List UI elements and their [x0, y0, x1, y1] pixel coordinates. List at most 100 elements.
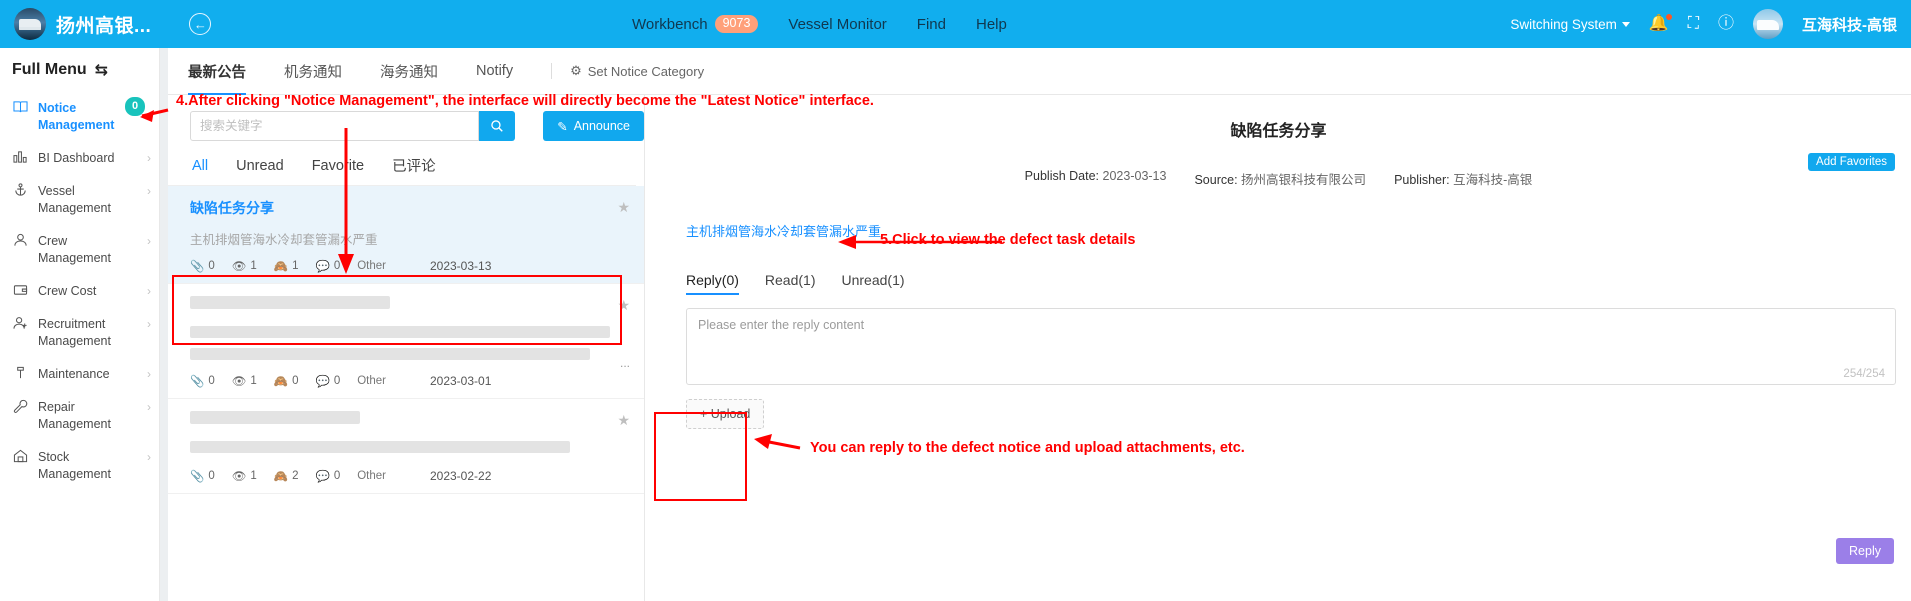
back-arrow-icon[interactable]: ← — [189, 13, 212, 35]
tab-notify[interactable]: Notify — [476, 48, 513, 95]
user-name: 互海科技-高银 — [1802, 16, 1897, 34]
content-scrollbar[interactable] — [160, 48, 168, 601]
chevron-right-icon: › — [147, 317, 151, 331]
redaction-bar — [190, 411, 360, 424]
sidebar-item-bi-dashboard[interactable]: BI Dashboard › — [0, 142, 159, 175]
eye-slash-icon: 🙈 — [273, 471, 289, 483]
notification-dot — [1665, 14, 1672, 20]
filter-commented[interactable]: 已评论 — [392, 155, 436, 176]
warehouse-icon — [12, 449, 29, 463]
chevron-down-icon — [1621, 21, 1630, 27]
sidebar: Full Menu ⇆ Notice Management 0 BI Dashb… — [0, 48, 160, 601]
chevron-right-icon: › — [147, 151, 151, 165]
add-favorites-button[interactable]: Add Favorites — [1808, 153, 1895, 171]
character-counter: 254/254 — [1843, 368, 1885, 380]
sidebar-item-crew-cost[interactable]: Crew Cost › — [0, 275, 159, 308]
unread-count: 2 — [292, 470, 299, 482]
chevron-right-icon: › — [147, 234, 151, 248]
tab-latest-notice[interactable]: 最新公告 — [188, 48, 246, 95]
unread-meta: 🙈 1 — [274, 259, 299, 273]
source-value: 扬州高银科技有限公司 — [1241, 173, 1367, 187]
nav-label: Workbench — [632, 15, 708, 33]
tab-reply[interactable]: Reply(0) — [686, 272, 739, 295]
attachment-meta: 📎 0 — [190, 259, 215, 273]
bell-icon[interactable]: 🔔 — [1649, 14, 1672, 32]
publisher-field: Publisher: 互海科技-高银 — [1394, 169, 1532, 188]
switching-system-button[interactable]: Switching System — [1510, 17, 1630, 32]
sidebar-item-maintenance[interactable]: Maintenance › — [0, 358, 159, 391]
notice-category: Other — [357, 375, 386, 387]
announce-label: Announce — [573, 119, 630, 133]
source-field: Source: 扬州高银科技有限公司 — [1194, 169, 1366, 188]
tab-divider — [551, 63, 553, 79]
filter-favorite[interactable]: Favorite — [312, 158, 364, 174]
notice-subtitle: 主机排烟管海水冷却套管漏水严重 — [190, 233, 378, 247]
attachment-count: 0 — [208, 260, 215, 272]
nav-item-find[interactable]: Find — [917, 16, 946, 33]
reply-button[interactable]: Reply — [1836, 538, 1894, 564]
chevron-right-icon: › — [147, 284, 151, 298]
tab-marine-notice[interactable]: 海务通知 — [380, 48, 438, 95]
redaction-bar — [190, 348, 590, 360]
sidebar-item-crew-management[interactable]: Crew Management › — [0, 225, 159, 275]
edit-icon: ✎ — [557, 119, 568, 134]
set-notice-category-label: Set Notice Category — [587, 63, 705, 79]
sidebar-item-recruitment-management[interactable]: Recruitment Management › — [0, 308, 159, 358]
read-meta: 👁 1 — [232, 469, 257, 483]
upload-button[interactable]: + Upload — [686, 399, 765, 429]
sidebar-item-vessel-management[interactable]: Vessel Management › — [0, 175, 159, 225]
chevron-right-icon: › — [147, 367, 151, 381]
book-icon — [12, 100, 29, 114]
notice-card[interactable]: ★ 📎 0 👁 1 🙈 2 💬 0 Other 2023-02-22 — [168, 399, 644, 494]
nav-item-vessel-monitor[interactable]: Vessel Monitor — [788, 16, 886, 33]
tab-unread[interactable]: Unread(1) — [842, 272, 905, 295]
nav-item-help[interactable]: Help — [976, 16, 1007, 33]
set-notice-category-button[interactable]: ⚙ Set Notice Category — [570, 63, 704, 79]
notice-category: Other — [357, 470, 386, 482]
defect-task-link[interactable]: 主机排烟管海水冷却套管漏水严重 — [672, 188, 881, 240]
comment-icon: 💬 — [315, 376, 330, 388]
paperclip-icon: 📎 — [190, 471, 205, 483]
read-count: 1 — [250, 470, 257, 482]
tab-engine-notice[interactable]: 机务通知 — [284, 48, 342, 95]
notice-card[interactable]: ★ ... 📎 0 👁 1 🙈 0 💬 0 Other 2023-03-01 — [168, 284, 644, 399]
attachment-meta: 📎 0 — [190, 469, 215, 483]
anchor-icon — [12, 183, 29, 197]
sidebar-item-stock-management[interactable]: Stock Management › — [0, 441, 159, 491]
notice-detail-pane: 缺陷任务分享 Add Favorites Publish Date: 2023-… — [646, 95, 1911, 601]
brand-name: 扬州高银... — [56, 15, 152, 37]
notice-tabbar: 最新公告 机务通知 海务通知 Notify ⚙ Set Notice Categ… — [168, 48, 1911, 95]
filter-unread[interactable]: Unread — [236, 158, 284, 174]
tab-read[interactable]: Read(1) — [765, 272, 816, 295]
help-circle-icon[interactable]: ⓘ — [1718, 16, 1734, 32]
paperclip-icon: 📎 — [190, 261, 205, 273]
read-count: 1 — [250, 260, 257, 272]
announce-button[interactable]: ✎ Announce — [543, 111, 644, 141]
fullscreen-icon[interactable]: ⛶ — [1688, 16, 1699, 32]
redaction-bar — [190, 441, 570, 453]
notice-card[interactable]: ★ 缺陷任务分享 主机排烟管海水冷却套管漏水严重 📎 0 👁 1 🙈 1 💬 0… — [168, 186, 644, 284]
notice-meta: 📎 0 👁 1 🙈 1 💬 0 Other 2023-03-13 — [190, 259, 614, 273]
notice-meta: 📎 0 👁 1 🙈 2 💬 0 Other 2023-02-22 — [190, 469, 614, 483]
full-menu-label: Full Menu — [12, 61, 87, 78]
read-count: 1 — [250, 375, 257, 387]
chart-icon — [12, 150, 29, 164]
nav-item-workbench[interactable]: Workbench 9073 — [632, 15, 759, 33]
source-label: Source: — [1194, 173, 1238, 187]
publish-date-label: Publish Date: — [1024, 169, 1100, 183]
avatar[interactable] — [1753, 9, 1783, 39]
paperclip-icon: 📎 — [190, 376, 205, 388]
favorite-star-icon[interactable]: ★ — [617, 297, 630, 314]
full-menu-header[interactable]: Full Menu ⇆ — [0, 48, 159, 92]
redaction-bar — [190, 296, 390, 309]
filter-all[interactable]: All — [192, 158, 208, 174]
search-input[interactable] — [190, 111, 480, 141]
switching-system-label: Switching System — [1510, 16, 1617, 32]
content-area: 最新公告 机务通知 海务通知 Notify ⚙ Set Notice Categ… — [160, 48, 1911, 601]
favorite-star-icon[interactable]: ★ — [617, 412, 630, 429]
search-button[interactable] — [479, 111, 516, 141]
sidebar-item-repair-management[interactable]: Repair Management › — [0, 391, 159, 441]
reply-textarea[interactable]: Please enter the reply content 254/254 — [686, 308, 1896, 385]
sidebar-item-notice-management[interactable]: Notice Management 0 — [0, 92, 159, 142]
favorite-star-icon[interactable]: ★ — [617, 199, 630, 216]
